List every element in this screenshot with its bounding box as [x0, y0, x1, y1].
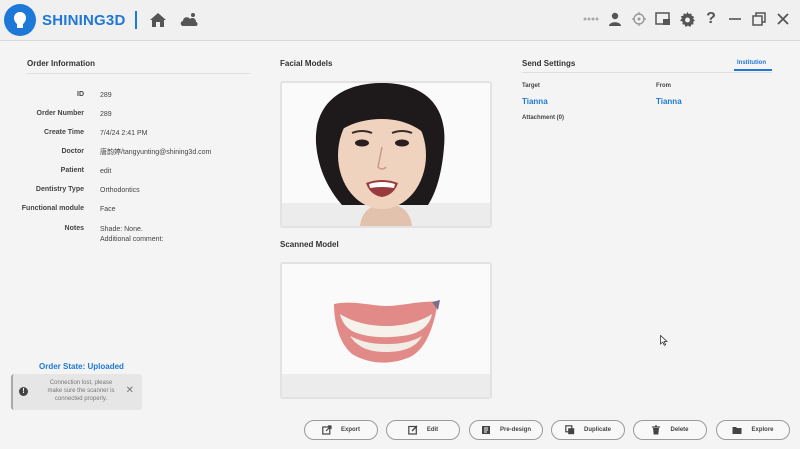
gear-icon[interactable]	[678, 8, 696, 30]
delete-label: Delete	[670, 427, 689, 433]
order-state: Order State: Uploaded	[39, 362, 124, 371]
close-icon[interactable]	[774, 8, 792, 30]
info-label: Create Time	[44, 129, 84, 136]
brand-name: SHINING3D	[42, 11, 126, 29]
alert-icon: !	[19, 387, 28, 396]
info-label: Functional module	[21, 205, 84, 212]
restore-icon[interactable]	[750, 8, 768, 30]
predesign-icon	[481, 426, 490, 434]
order-info-title: Order Information	[27, 59, 96, 68]
export-icon	[322, 425, 332, 435]
logo-face-icon	[4, 4, 36, 36]
info-label: Patient	[60, 167, 84, 174]
scanned-model-viewer[interactable]	[280, 262, 492, 399]
connection-toast: ! Connection lost, please make sure the …	[11, 374, 142, 410]
info-value: 7/4/24 2:41 PM	[100, 130, 148, 137]
order-state-label: Order State:	[39, 362, 86, 371]
toast-message: Connection lost, please make sure the sc…	[47, 380, 115, 402]
info-value: edit	[100, 168, 112, 175]
user-icon[interactable]	[606, 8, 624, 30]
duplicate-label: Duplicate	[583, 427, 611, 433]
edit-button[interactable]: Edit	[386, 420, 460, 440]
send-settings-divider	[522, 72, 772, 73]
face-photo	[282, 83, 490, 226]
from-label: From	[656, 83, 671, 89]
duplicate-icon	[565, 425, 575, 435]
title-bar: SHINING3D ?	[0, 0, 800, 41]
info-value: 唐韵婷/tangyunting@shining3d.com	[100, 149, 212, 156]
trash-icon	[652, 425, 661, 435]
help-icon[interactable]: ?	[702, 8, 720, 30]
info-value: 289	[100, 92, 112, 99]
target-value[interactable]: Tianna	[522, 97, 548, 106]
edit-icon	[408, 425, 418, 435]
predesign-button[interactable]: Pre-design	[469, 420, 543, 440]
explore-button[interactable]: Explore	[716, 420, 790, 440]
edit-label: Edit	[426, 427, 439, 433]
info-label: Dentistry Type	[35, 186, 84, 193]
info-value: Shade: None. Additional comment:	[100, 225, 163, 245]
order-info-divider	[27, 73, 250, 74]
export-label: Export	[340, 427, 360, 433]
notes-shade: Shade: None.	[100, 226, 143, 233]
info-label: ID	[77, 91, 84, 98]
predesign-label: Pre-design	[499, 427, 531, 433]
cloud-scan-icon[interactable]	[179, 12, 199, 28]
minimize-icon[interactable]	[726, 8, 744, 30]
screenshot-icon[interactable]	[654, 8, 672, 30]
explore-label: Explore	[751, 427, 774, 433]
info-value: Orthodontics	[100, 187, 140, 194]
info-label: Doctor	[61, 148, 84, 155]
scanned-model-title: Scanned Model	[280, 240, 339, 249]
info-label: Order Number	[36, 110, 84, 117]
dots-icon[interactable]	[582, 8, 600, 30]
tab-active-indicator	[734, 69, 772, 71]
target-label: Target	[522, 83, 540, 89]
mouse-cursor-icon	[660, 335, 668, 346]
dental-scan-render	[282, 264, 490, 397]
export-button[interactable]: Export	[304, 420, 378, 440]
info-value: 289	[100, 111, 112, 118]
send-settings-title: Send Settings	[522, 59, 576, 68]
facial-models-title: Facial Models	[280, 59, 333, 68]
folder-icon	[732, 427, 742, 434]
header-divider	[135, 11, 138, 29]
home-icon[interactable]	[149, 12, 167, 28]
target-icon[interactable]	[630, 8, 648, 30]
attachment-label[interactable]: Attachment (0)	[522, 115, 564, 121]
brand-logo: SHINING3D	[4, 4, 125, 36]
notes-comment: Additional comment:	[100, 236, 164, 243]
facial-model-viewer[interactable]	[280, 81, 492, 228]
delete-button[interactable]: Delete	[633, 420, 707, 440]
toast-close-icon[interactable]: ✕	[126, 385, 134, 396]
info-label: Notes	[64, 225, 84, 232]
tab-institution[interactable]: Institution	[737, 60, 766, 66]
from-value: Tianna	[656, 97, 682, 106]
order-state-value: Uploaded	[87, 362, 124, 371]
duplicate-button[interactable]: Duplicate	[551, 420, 625, 440]
info-value: Face	[100, 206, 116, 213]
